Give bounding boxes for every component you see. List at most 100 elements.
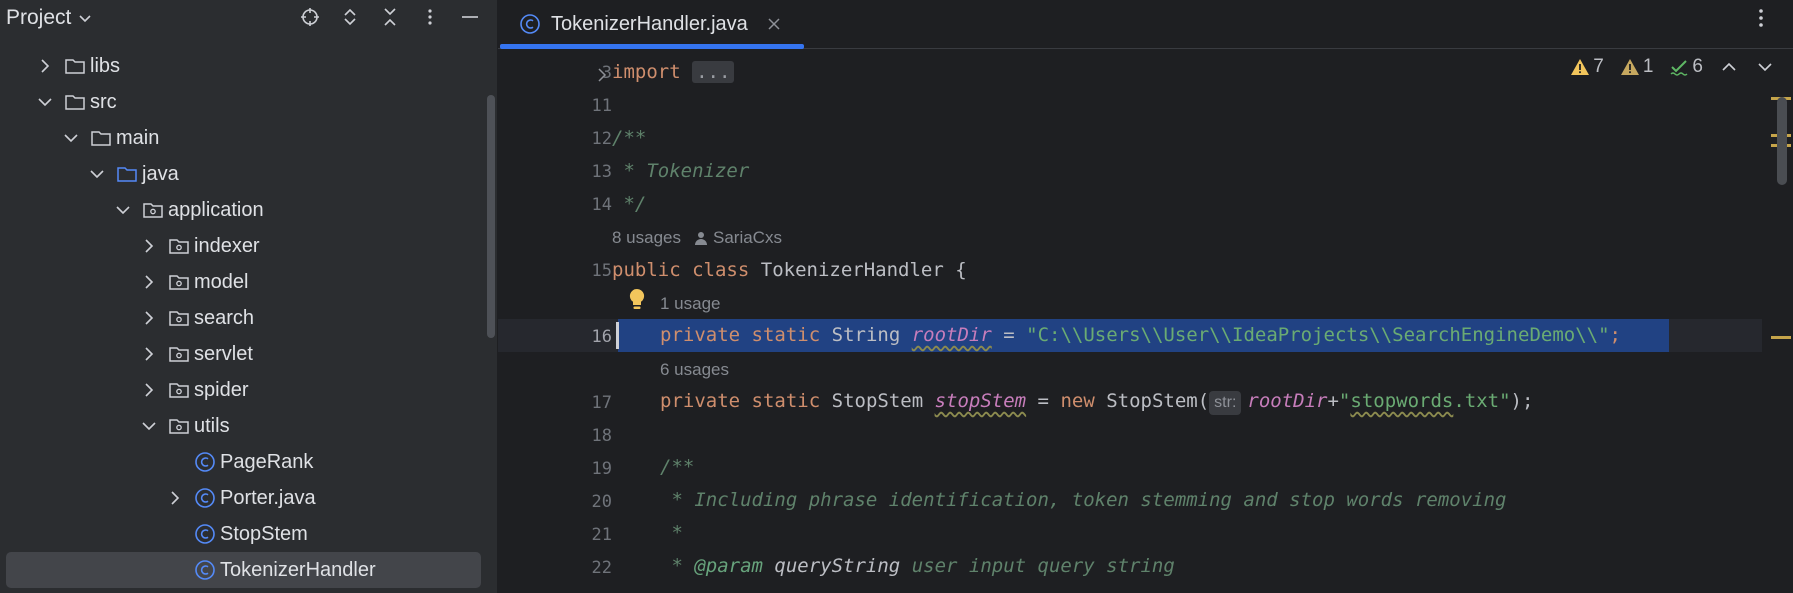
project-tree-scrollbar[interactable]	[487, 95, 495, 338]
code-line-21: *	[660, 522, 683, 544]
line-number-gutter[interactable]: 3 11 12 13 14 15 16 17 18 19 20 21 22	[498, 48, 612, 593]
tree-item-servlet[interactable]: servlet	[0, 336, 497, 372]
tree-item-model[interactable]: model	[0, 264, 497, 300]
tree-item-pagerank[interactable]: PageRank	[0, 444, 497, 480]
class-icon	[194, 559, 216, 581]
line-number: 20	[591, 492, 612, 512]
tree-item-utils[interactable]: utils	[0, 408, 497, 444]
line-number: 15	[591, 261, 612, 281]
options-button[interactable]	[419, 6, 441, 28]
tree-item-application[interactable]: application	[0, 192, 497, 228]
panel-toolbar	[299, 6, 481, 28]
tree-item-label: PageRank	[220, 450, 314, 473]
folder-icon	[90, 127, 112, 149]
code-line-3: import ...	[612, 56, 735, 89]
tree-item-label: src	[90, 90, 117, 113]
tree-item-porter-java[interactable]: Porter.java	[0, 480, 497, 516]
package-icon	[142, 199, 164, 221]
collapse-all-icon	[384, 8, 396, 26]
chevron-down-icon[interactable]	[36, 93, 54, 111]
class-icon	[194, 523, 216, 545]
tree-item-libs[interactable]: libs	[0, 48, 497, 84]
code-line-16: private static String rootDir = "C:\\Use…	[660, 324, 1621, 346]
tree-item-java[interactable]: java	[0, 156, 497, 192]
close-icon[interactable]	[766, 16, 782, 32]
editor-tab-bar: TokenizerHandler.java	[498, 0, 1793, 49]
warning-mark[interactable]	[1771, 336, 1791, 339]
line-number: 17	[591, 393, 612, 413]
inspection-widget[interactable]: 7 1 6	[1570, 56, 1775, 78]
tree-item-label: StopStem	[220, 522, 308, 545]
tab-label: TokenizerHandler.java	[551, 12, 748, 35]
package-icon	[168, 235, 190, 257]
tree-item-indexer[interactable]: indexer	[0, 228, 497, 264]
chevron-right-icon[interactable]	[140, 237, 158, 255]
code-line-20: * Including phrase identification, token…	[660, 489, 1507, 511]
warnings-count[interactable]: 7	[1570, 56, 1604, 78]
package-icon	[168, 343, 190, 365]
package-icon	[168, 271, 190, 293]
hide-panel-button[interactable]	[459, 6, 481, 28]
chevron-right-icon[interactable]	[36, 57, 54, 75]
tree-item-label: TokenizerHandler	[220, 558, 376, 581]
usages-hint[interactable]: 8 usages	[612, 228, 681, 248]
usages-hint[interactable]: 1 usage	[660, 294, 721, 314]
tree-item-label: libs	[90, 54, 121, 77]
more-vertical-icon[interactable]	[1751, 6, 1771, 30]
tree-item-spider[interactable]: spider	[0, 372, 497, 408]
chevron-right-icon[interactable]	[140, 309, 158, 327]
editor: TokenizerHandler.java 3 11 12 13 14 15 1…	[498, 0, 1793, 593]
package-icon	[168, 379, 190, 401]
chevron-down-icon[interactable]	[114, 201, 132, 219]
line-number: 12	[591, 129, 612, 149]
project-view-selector[interactable]: Project	[6, 6, 93, 30]
folded-imports[interactable]: ...	[692, 61, 735, 83]
chevron-right-icon[interactable]	[594, 67, 610, 83]
line-number: 21	[591, 525, 612, 545]
class-icon	[194, 451, 216, 473]
chevron-right-icon[interactable]	[140, 345, 158, 363]
editor-scrollbar[interactable]	[1777, 97, 1787, 185]
chevron-right-icon[interactable]	[140, 273, 158, 291]
chevron-right-icon[interactable]	[166, 489, 184, 507]
code-vision-field2: 6 usages	[660, 360, 729, 380]
tree-item-main[interactable]: main	[0, 120, 497, 156]
code-area[interactable]: import ... /** * Tokenizer */ 8 usages S…	[612, 48, 1762, 593]
panel-title: Project	[6, 6, 72, 29]
weak-warning-icon	[1620, 59, 1639, 75]
tree-item-tokenizerhandler[interactable]: TokenizerHandler	[6, 552, 481, 588]
more-vertical-icon	[428, 9, 432, 25]
locate-icon	[301, 8, 319, 26]
tree-item-label: indexer	[194, 234, 260, 257]
chevron-down-icon[interactable]	[62, 129, 80, 147]
tab-tokenizer-handler[interactable]: TokenizerHandler.java	[498, 0, 804, 49]
line-number: 19	[591, 459, 612, 479]
locate-button[interactable]	[299, 6, 321, 28]
chevron-down-icon[interactable]	[140, 417, 158, 435]
code-line-17: private static StopStem stopStem = new S…	[660, 385, 1533, 418]
chevron-right-icon[interactable]	[140, 381, 158, 399]
chevron-down-icon[interactable]	[88, 165, 106, 183]
code-line-19: /**	[660, 456, 695, 478]
tree-item-src[interactable]: src	[0, 84, 497, 120]
package-icon	[168, 415, 190, 437]
usages-hint[interactable]: 6 usages	[660, 360, 729, 380]
chevron-up-icon[interactable]	[1719, 57, 1739, 77]
tree-item-label: Porter.java	[220, 486, 316, 509]
typo-check-icon	[1670, 60, 1688, 76]
tree-item-label: main	[116, 126, 160, 149]
package-icon	[168, 307, 190, 329]
tree-item-label: utils	[194, 414, 230, 437]
tree-item-stopstem[interactable]: StopStem	[0, 516, 497, 552]
weak-warnings-count[interactable]: 1	[1620, 56, 1653, 78]
typos-count[interactable]: 6	[1669, 56, 1703, 78]
collapse-all-button[interactable]	[379, 6, 401, 28]
expand-all-button[interactable]	[339, 6, 361, 28]
source-folder-icon	[116, 163, 138, 185]
tree-item-label: servlet	[194, 342, 253, 365]
code-line-14: */	[612, 193, 647, 215]
author-hint[interactable]: SariaCxs	[695, 228, 782, 248]
tree-item-search[interactable]: search	[0, 300, 497, 336]
